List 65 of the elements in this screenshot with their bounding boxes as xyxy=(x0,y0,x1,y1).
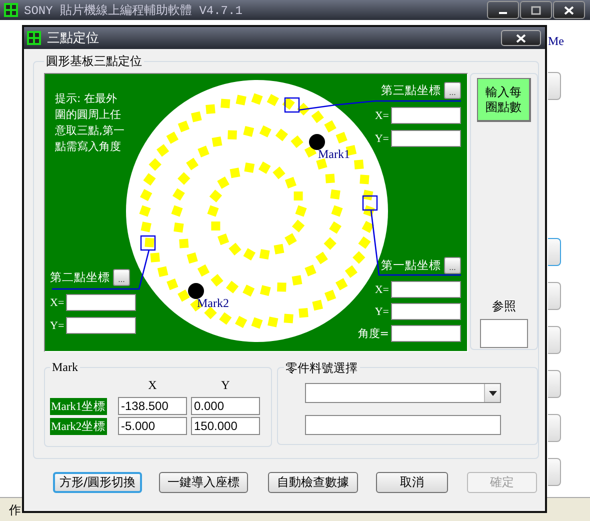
side-button[interactable] xyxy=(548,370,561,398)
column-header: X xyxy=(147,378,158,393)
input-field[interactable]: 0.000 xyxy=(191,397,260,415)
input-field[interactable]: 150.000 xyxy=(191,417,260,435)
input-field[interactable]: -5.000 xyxy=(118,417,187,435)
hint-text: 提示: 在最外圍的圓周上任意取三點,第一點需寫入角度 xyxy=(55,91,126,155)
side-button[interactable] xyxy=(548,72,561,100)
app-logo-icon xyxy=(4,3,18,17)
point-label: 第一點坐標 xyxy=(381,258,441,273)
app-label: Me xyxy=(548,34,564,49)
point-label: 第二點坐標 xyxy=(50,270,110,285)
reference-label: 参照 xyxy=(492,298,516,315)
input-field[interactable]: -138.500 xyxy=(118,397,187,415)
side-button[interactable] xyxy=(548,326,561,354)
field-label: X= xyxy=(374,284,389,296)
minimize-icon xyxy=(499,12,507,14)
group-title: 圓形基板三點定位 xyxy=(44,53,144,70)
side-button[interactable] xyxy=(548,458,561,486)
close-icon xyxy=(564,6,574,14)
dialog-button[interactable]: 取消 xyxy=(376,472,448,493)
close-button[interactable] xyxy=(501,30,541,46)
field-label: Y= xyxy=(374,132,389,144)
browse-button[interactable]: ... xyxy=(113,269,130,286)
status-text: 作 xyxy=(9,502,21,518)
fiducial-dot xyxy=(188,283,204,299)
input-field[interactable] xyxy=(391,281,461,298)
field-label: Y= xyxy=(50,320,64,332)
input-field[interactable] xyxy=(391,325,461,342)
browse-button[interactable]: ... xyxy=(444,257,461,274)
mark-label: Mark1 xyxy=(318,147,350,161)
input-field[interactable] xyxy=(391,303,461,320)
maximize-icon xyxy=(531,6,541,14)
dropdown-arrow-icon xyxy=(488,390,496,396)
side-button[interactable] xyxy=(548,414,561,442)
window-title: SONY 貼片機線上編程輔助軟體 V4.7.1 xyxy=(24,2,242,18)
fiducial-dot xyxy=(309,134,325,150)
side-button[interactable] xyxy=(548,282,561,310)
row-label: Mark1坐標 xyxy=(50,398,107,414)
group-title: 零件料號選擇 xyxy=(284,360,360,377)
minimize-button[interactable] xyxy=(487,1,519,19)
side-button[interactable] xyxy=(548,238,561,266)
field-label: X= xyxy=(50,296,64,308)
reference-box xyxy=(480,319,528,348)
dialog-button[interactable]: 自動檢查數據 xyxy=(268,472,358,493)
app-logo-icon xyxy=(27,31,41,45)
browse-button[interactable]: ... xyxy=(444,82,461,99)
row-label: Mark2坐標 xyxy=(50,418,107,434)
points-per-ring-button[interactable]: 輸入每圈點數 xyxy=(477,78,531,122)
close-button[interactable] xyxy=(553,1,585,19)
dialog-title: 三點定位 xyxy=(47,30,99,47)
dialog-button[interactable]: 方形/圓形切換 xyxy=(53,472,142,493)
field-label: Y= xyxy=(374,306,389,318)
dialog-button[interactable]: 一鍵導入座標 xyxy=(159,472,248,493)
close-icon xyxy=(516,34,526,42)
input-field[interactable] xyxy=(305,415,501,435)
field-label: X= xyxy=(374,110,389,122)
point-label: 第三點坐標 xyxy=(381,83,441,98)
field-label: 角度= xyxy=(358,326,389,341)
input-field[interactable] xyxy=(66,317,136,334)
input-field[interactable] xyxy=(66,294,136,311)
input-field[interactable] xyxy=(391,130,461,147)
column-header: Y xyxy=(220,378,231,393)
dropdown[interactable] xyxy=(305,383,501,403)
maximize-button[interactable] xyxy=(520,1,552,19)
input-field[interactable] xyxy=(391,107,461,124)
